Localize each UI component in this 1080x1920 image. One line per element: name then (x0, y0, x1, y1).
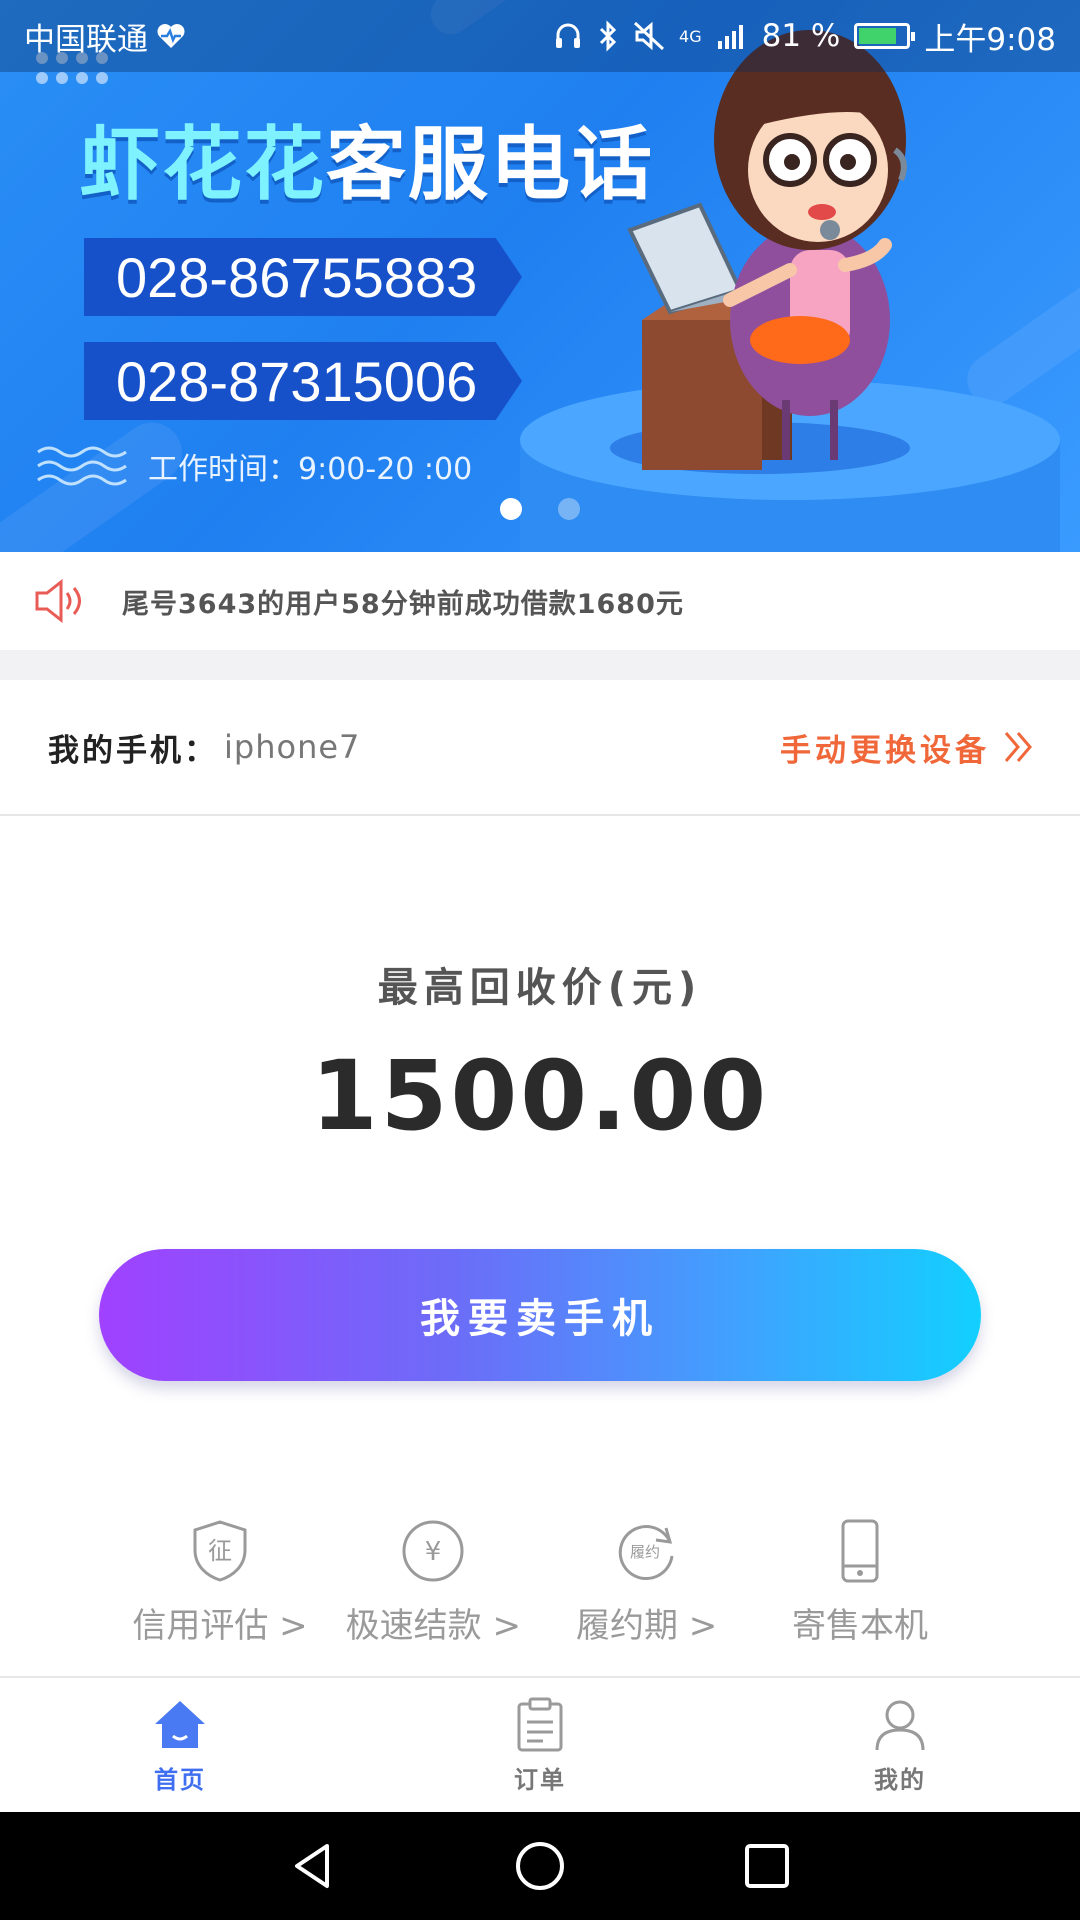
loan-notice-bar: 尾号3643的用户58分钟前成功借款1680元 (0, 552, 1080, 650)
speaker-icon (35, 579, 81, 623)
feature-label: 寄售本机 (791, 1606, 928, 1646)
home-circle-icon[interactable] (514, 1840, 566, 1892)
recents-icon[interactable] (741, 1840, 793, 1892)
refresh-contract-icon: 履约 (618, 1525, 674, 1581)
tab-label: 首页 (154, 1765, 206, 1794)
max-price-label: 最高回收价(元) (377, 965, 703, 1011)
feature-fast-payment[interactable]: ¥ 极速结款 > (333, 1518, 533, 1668)
waves-icon (37, 446, 127, 486)
tab-home[interactable]: 首页 (0, 1678, 360, 1812)
my-phone-label: 我的手机： (48, 732, 218, 769)
bluetooth-icon (599, 20, 617, 52)
bottom-tab-bar: 首页 订单 我的 (0, 1676, 1080, 1812)
notice-text: 尾号3643的用户58分钟前成功借款1680元 (122, 588, 684, 620)
signal-icon (717, 25, 743, 49)
hotline-number-1[interactable]: 028-86755883 (84, 238, 522, 316)
shield-icon: 征 (193, 1520, 247, 1582)
feature-row: 征 信用评估 > ¥ 极速结款 > 履约 履约期 > 寄售本机 (120, 1518, 960, 1668)
clipboard-icon (517, 1697, 563, 1751)
system-navigation-bar (0, 1812, 1080, 1920)
feature-performance-period[interactable]: 履约 履约期 > (547, 1518, 747, 1668)
working-hours-text: 工作时间：9:00-20 :00 (148, 452, 473, 487)
yuan-icon: ¥ (402, 1520, 464, 1582)
tab-mine[interactable]: 我的 (720, 1678, 1080, 1812)
feature-consign-device[interactable]: 寄售本机 (760, 1518, 960, 1668)
carousel-dot-2[interactable] (558, 498, 580, 520)
mute-icon (634, 21, 665, 51)
battery-icon (854, 23, 916, 49)
headset-icon (556, 23, 581, 48)
tab-orders[interactable]: 订单 (360, 1678, 720, 1812)
svg-text:征: 征 (208, 1537, 232, 1565)
svg-text:¥: ¥ (425, 1537, 442, 1567)
network-type: 4G (679, 26, 702, 46)
battery-percent: 81 % (761, 18, 841, 54)
section-divider (0, 650, 1080, 680)
back-icon[interactable] (287, 1840, 339, 1892)
home-icon (155, 1700, 205, 1748)
change-device-label: 手动更换设备 (780, 732, 990, 769)
tab-label: 订单 (514, 1765, 566, 1794)
customer-service-illustration (520, 30, 1060, 552)
carousel-indicator (0, 498, 1080, 520)
status-bar: 中国联通 4G 81 % 上午9:08 (0, 0, 1080, 72)
carousel-dot-1[interactable] (500, 498, 522, 520)
clock: 上午9:08 (924, 21, 1056, 58)
max-price-value: 1500.00 (310, 1040, 770, 1152)
health-heart-icon (157, 24, 185, 48)
change-device-link[interactable]: 手动更换设备 (780, 725, 1036, 770)
svg-text:履约: 履约 (630, 1543, 660, 1561)
working-hours: 工作时间：9:00-20 :00 (36, 440, 472, 492)
promo-banner[interactable]: 虾花花客服电话 028-86755883 028-87315006 工作时间：9… (0, 0, 1080, 552)
sell-phone-button[interactable]: 我要卖手机 (99, 1249, 981, 1381)
my-phone-model: iphone7 (224, 728, 361, 766)
tab-label: 我的 (874, 1765, 926, 1794)
feature-label: 履约期 > (576, 1606, 718, 1646)
feature-credit-assessment[interactable]: 征 信用评估 > (120, 1518, 320, 1668)
phone-icon (841, 1519, 879, 1583)
feature-label: 信用评估 > (132, 1606, 308, 1646)
feature-label: 极速结款 > (345, 1606, 521, 1646)
double-chevron-right-icon (1004, 732, 1032, 762)
carrier-name: 中国联通 (24, 21, 148, 58)
my-phone-row: 我的手机： iphone7 手动更换设备 (0, 680, 1080, 816)
hotline-number-2[interactable]: 028-87315006 (84, 342, 522, 420)
user-icon (875, 1700, 925, 1750)
